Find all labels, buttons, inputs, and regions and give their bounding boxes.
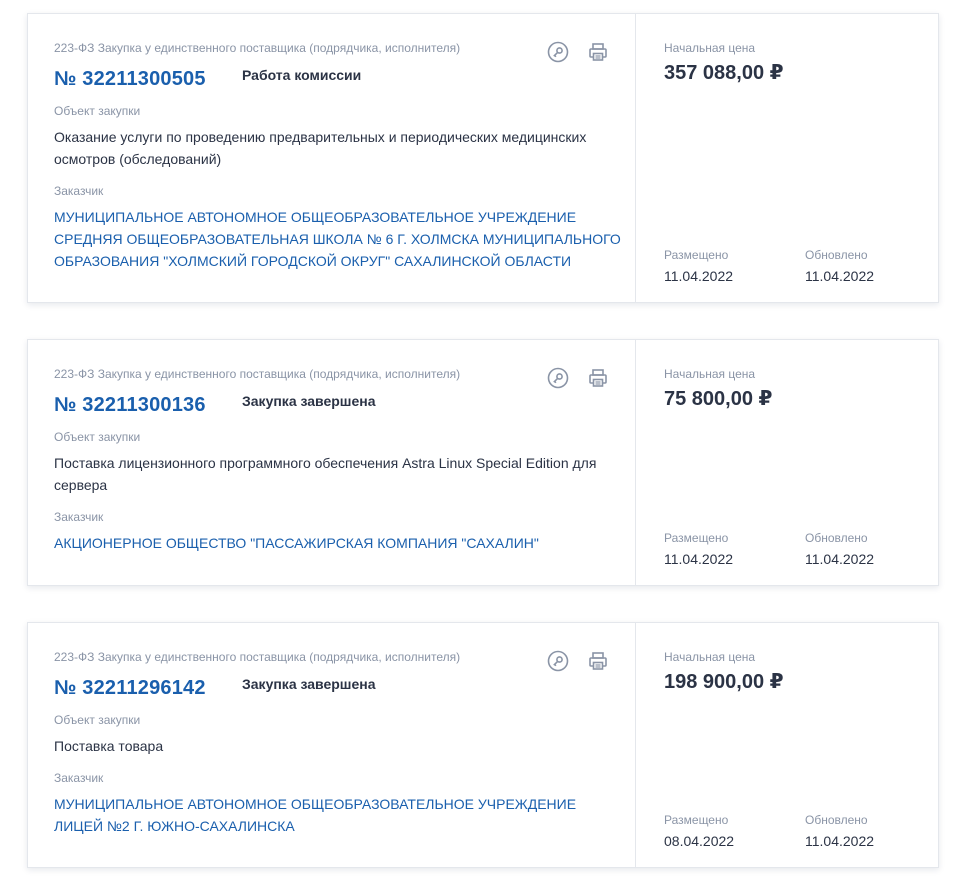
card-actions [547, 650, 609, 672]
purchase-card-main: 223-ФЗ Закупка у единственного поставщик… [28, 623, 636, 867]
object-text: Оказание услуги по проведению предварите… [54, 129, 587, 167]
posted-label: Размещено [664, 248, 729, 262]
purchase-card-side: Начальная цена 75 800,00 ₽ Размещено 11.… [636, 340, 938, 585]
dates: Размещено 08.04.2022 Обновлено 11.04.202… [664, 813, 946, 849]
object-text: Поставка лицензионного программного обес… [54, 455, 597, 493]
object-label: Объект закупки [54, 104, 141, 118]
card-actions [547, 41, 609, 63]
status-badge: Закупка завершена [242, 676, 376, 692]
procurement-law-type: 223-ФЗ Закупка у единственного поставщик… [54, 41, 461, 55]
price-label: Начальная цена [664, 41, 756, 55]
updated-date-block: Обновлено 11.04.2022 [805, 248, 946, 284]
key-icon[interactable] [547, 41, 569, 63]
updated-date: 11.04.2022 [805, 551, 875, 567]
purchase-number-link[interactable]: № 32211300505 [54, 68, 206, 91]
purchase-card-side: Начальная цена 198 900,00 ₽ Размещено 08… [636, 623, 938, 867]
customer-label: Заказчик [54, 184, 104, 198]
posted-label: Размещено [664, 531, 729, 545]
posted-date: 08.04.2022 [664, 833, 735, 849]
dates: Размещено 11.04.2022 Обновлено 11.04.202… [664, 531, 946, 567]
purchase-list: 223-ФЗ Закупка у единственного поставщик… [0, 0, 954, 895]
print-icon[interactable] [587, 367, 609, 389]
object-label: Объект закупки [54, 430, 141, 444]
posted-date-block: Размещено 08.04.2022 [664, 813, 805, 849]
purchase-card-main: 223-ФЗ Закупка у единственного поставщик… [28, 14, 636, 302]
number-row: № 32211296142 Закупка завершена [54, 674, 615, 702]
customer-link[interactable]: АКЦИОНЕРНОЕ ОБЩЕСТВО "ПАССАЖИРСКАЯ КОМПА… [54, 532, 624, 554]
updated-date-block: Обновлено 11.04.2022 [805, 531, 946, 567]
price-label: Начальная цена [664, 650, 756, 664]
card-actions [547, 367, 609, 389]
key-icon[interactable] [547, 367, 569, 389]
purchase-card: 223-ФЗ Закупка у единственного поставщик… [27, 339, 939, 586]
posted-date: 11.04.2022 [664, 268, 734, 284]
posted-label: Размещено [664, 813, 729, 827]
key-icon[interactable] [547, 650, 569, 672]
object-text: Поставка товара [54, 738, 164, 754]
procurement-law-type: 223-ФЗ Закупка у единственного поставщик… [54, 367, 461, 381]
purchase-card: 223-ФЗ Закупка у единственного поставщик… [27, 622, 939, 868]
price-label: Начальная цена [664, 367, 756, 381]
number-row: № 32211300136 Закупка завершена [54, 391, 615, 419]
customer-link[interactable]: МУНИЦИПАЛЬНОЕ АВТОНОМНОЕ ОБЩЕОБРАЗОВАТЕЛ… [54, 793, 624, 837]
purchase-card-main: 223-ФЗ Закупка у единственного поставщик… [28, 340, 636, 585]
purchase-number-link[interactable]: № 32211296142 [54, 677, 206, 700]
posted-date-block: Размещено 11.04.2022 [664, 531, 805, 567]
updated-date: 11.04.2022 [805, 833, 875, 849]
updated-date: 11.04.2022 [805, 268, 875, 284]
object-label: Объект закупки [54, 713, 141, 727]
status-badge: Закупка завершена [242, 393, 376, 409]
customer-label: Заказчик [54, 510, 104, 524]
posted-date-block: Размещено 11.04.2022 [664, 248, 805, 284]
updated-label: Обновлено [805, 248, 868, 262]
dates: Размещено 11.04.2022 Обновлено 11.04.202… [664, 248, 946, 284]
updated-label: Обновлено [805, 531, 868, 545]
status-badge: Работа комиссии [242, 67, 362, 83]
number-row: № 32211300505 Работа комиссии [54, 65, 615, 93]
purchase-number-link[interactable]: № 32211300136 [54, 394, 206, 417]
updated-date-block: Обновлено 11.04.2022 [805, 813, 946, 849]
customer-link[interactable]: МУНИЦИПАЛЬНОЕ АВТОНОМНОЕ ОБЩЕОБРАЗОВАТЕЛ… [54, 206, 624, 272]
price-value: 75 800,00 ₽ [664, 388, 773, 410]
customer-label: Заказчик [54, 771, 104, 785]
print-icon[interactable] [587, 41, 609, 63]
purchase-card-side: Начальная цена 357 088,00 ₽ Размещено 11… [636, 14, 938, 302]
price-value: 357 088,00 ₽ [664, 62, 784, 84]
posted-date: 11.04.2022 [664, 551, 734, 567]
print-icon[interactable] [587, 650, 609, 672]
purchase-card: 223-ФЗ Закупка у единственного поставщик… [27, 13, 939, 303]
updated-label: Обновлено [805, 813, 868, 827]
price-value: 198 900,00 ₽ [664, 671, 784, 693]
procurement-law-type: 223-ФЗ Закупка у единственного поставщик… [54, 650, 461, 664]
